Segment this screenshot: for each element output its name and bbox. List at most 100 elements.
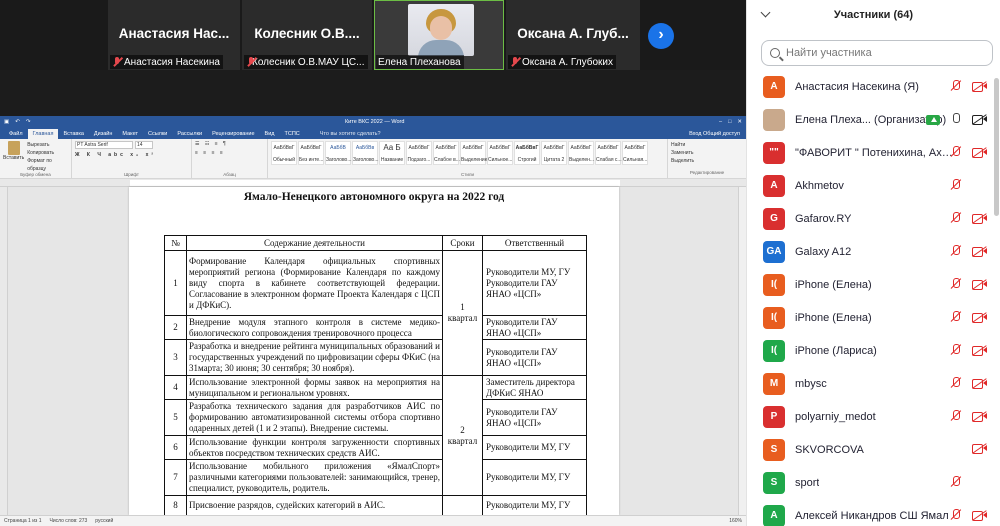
- participant-row[interactable]: GA Galaxy A12: [747, 235, 1000, 268]
- paste-button[interactable]: Вставить: [3, 141, 24, 173]
- row-responsible: Руководители МУ, ГУ: [482, 435, 587, 460]
- microphone-muted-icon: [950, 476, 962, 489]
- participant-search-input[interactable]: Найти участника: [761, 40, 993, 66]
- next-page-arrow-icon[interactable]: ›: [648, 23, 674, 49]
- row-responsible: Руководители МУ, ГУ Руководители ГАУ ЯНА…: [482, 250, 587, 316]
- tab-mailings[interactable]: Рассылки: [172, 129, 207, 139]
- close-icon[interactable]: ✕: [737, 119, 742, 125]
- tile-caption-text: Колесник О.В.МАУ ЦС...: [252, 56, 365, 68]
- replace-button[interactable]: Заменить: [671, 149, 743, 157]
- align-buttons[interactable]: ≡ ≡ ≡ ≡: [195, 150, 264, 156]
- list-buttons[interactable]: ☰ ☷ ≡ ¶: [195, 141, 264, 147]
- ruler[interactable]: [0, 179, 746, 187]
- maximize-icon[interactable]: □: [728, 119, 731, 125]
- zoom-level[interactable]: 160%: [729, 518, 742, 524]
- panel-scrollbar[interactable]: [994, 78, 999, 216]
- document-page[interactable]: Ямало-Ненецкого автономного округа на 20…: [129, 187, 619, 515]
- font-name-select[interactable]: PT Astra Serif: [75, 141, 133, 149]
- participant-row[interactable]: I(iPhone (Елена): [747, 301, 1000, 334]
- microphone-muted-icon: [950, 509, 962, 522]
- style-intense-emphasis[interactable]: АаБбВвГ Сильное...: [487, 141, 513, 165]
- tab-design[interactable]: Дизайн: [89, 129, 118, 139]
- participant-row[interactable]: S SKVORCOVA: [747, 433, 1000, 466]
- participant-row[interactable]: Ppolyarniy_medot: [747, 400, 1000, 433]
- row-num: 4: [164, 375, 187, 400]
- participant-row[interactable]: I(iPhone (Лариса): [747, 334, 1000, 367]
- select-button[interactable]: Выделить: [671, 157, 743, 165]
- participant-name: sport: [795, 476, 820, 489]
- mic-muted-icon: [510, 56, 520, 68]
- participant-row[interactable]: A Akhmetov: [747, 169, 1000, 202]
- save-icon[interactable]: ▣: [4, 119, 9, 125]
- participant-list: А Анастасия Насекина (Я) Елена Плеха... (О…: [747, 70, 1000, 526]
- participant-row[interactable]: Mmbysc: [747, 367, 1000, 400]
- term-cell: 1 квартал: [442, 250, 483, 376]
- participant-row[interactable]: "" "ФАВОРИТ " Потенихина, Ахметов, ...: [747, 136, 1000, 169]
- tab-file[interactable]: Файл: [4, 129, 28, 139]
- video-tile-1[interactable]: Анастасия Нас... Анастасия Насекина: [108, 0, 240, 70]
- panel-header: Участники (64): [747, 0, 1000, 30]
- video-tile-2[interactable]: Колесник О.В.... Колесник О.В.МАУ ЦС...: [242, 0, 372, 70]
- participant-name: Анастасия Насекина (Я): [795, 80, 919, 93]
- document-scrollbar[interactable]: [738, 187, 746, 515]
- video-off-icon: [972, 378, 987, 389]
- tell-me-search[interactable]: Что вы хотите сделать?: [315, 129, 386, 139]
- participant-status-icons: [950, 245, 987, 258]
- participant-row[interactable]: I(iPhone (Елена): [747, 268, 1000, 301]
- word-titlebar: ▣ ↶ ↷ Ките ВКС 2022 — Word – □ ✕: [0, 116, 746, 127]
- participant-row[interactable]: А Анастасия Насекина (Я): [747, 70, 1000, 103]
- group-label: Абзац: [223, 172, 236, 177]
- video-tile-4[interactable]: Оксана А. Глуб... Оксана А. Глубоких: [506, 0, 640, 70]
- header-term: Сроки: [442, 235, 483, 251]
- tab-layout[interactable]: Макет: [117, 129, 143, 139]
- microphone-muted-icon: [950, 179, 962, 192]
- undo-icon[interactable]: ↶: [15, 119, 20, 125]
- tab-tsps[interactable]: ТСПС: [280, 129, 305, 139]
- participant-row[interactable]: Ssport: [747, 466, 1000, 499]
- table-header-row: № Содержание деятельности Сроки Ответств…: [164, 235, 587, 251]
- tab-home[interactable]: Главная: [27, 129, 59, 139]
- font-format-buttons[interactable]: Ж К Ч abc x₂ x²: [75, 152, 188, 158]
- style-heading-1[interactable]: АаБбВ Заголово...: [325, 141, 352, 165]
- style-normal[interactable]: АаБбВвГ Обычный: [271, 141, 297, 165]
- window-title: Ките ВКС 2022 — Word: [344, 118, 405, 125]
- minimize-icon[interactable]: –: [719, 119, 722, 125]
- style-title[interactable]: Аа Б Название: [379, 141, 405, 165]
- style-no-spacing[interactable]: АаБбВвГ Без инте...: [298, 141, 324, 165]
- paragraph-group: ☰ ☷ ≡ ¶ ≡ ≡ ≡ ≡ Абзац: [192, 139, 268, 178]
- copy-button[interactable]: Копировать: [27, 149, 68, 157]
- video-off-icon: [972, 246, 987, 257]
- avatar: А: [763, 75, 785, 98]
- signin-share[interactable]: Вход Общий доступ: [684, 129, 746, 139]
- tab-references[interactable]: Ссылки: [143, 129, 172, 139]
- plan-table: № Содержание деятельности Сроки Ответств…: [164, 235, 587, 515]
- term-cell: 2 квартал: [442, 375, 483, 496]
- tab-insert[interactable]: Вставка: [58, 129, 88, 139]
- tile-name: Колесник О.В....: [254, 26, 360, 41]
- format-painter-button[interactable]: Формат по образцу: [27, 157, 68, 173]
- tab-view[interactable]: Вид: [260, 129, 280, 139]
- style-quote-2[interactable]: АаБбВвГ Цитата 2: [541, 141, 567, 165]
- font-size-select[interactable]: 14: [135, 141, 153, 149]
- style-subtitle[interactable]: АаБбВвГ Подзаго...: [406, 141, 432, 165]
- tab-review[interactable]: Рецензирование: [207, 129, 259, 139]
- row-responsible: Руководители МУ, ГУ: [482, 495, 587, 515]
- participant-row[interactable]: А Алексей Никандров СШ Ямал: [747, 499, 1000, 526]
- row-content: Использование функции контроля загруженн…: [186, 435, 443, 460]
- video-tile-active-speaker[interactable]: Елена Плеханова: [374, 0, 504, 70]
- style-emphasis[interactable]: АаБбВвГ Выделение: [460, 141, 488, 165]
- row-content: Использование электронной формы заявок н…: [186, 375, 443, 400]
- style-strong[interactable]: АаБбВвГ Строгий: [514, 141, 540, 165]
- row-content: Внедрение модуля этапного контроля в сис…: [186, 315, 443, 340]
- style-intense-reference[interactable]: АаБбВвГ Сильная...: [622, 141, 648, 165]
- style-subtle-emphasis[interactable]: АаБбВвГ Слабое в...: [433, 141, 460, 165]
- participant-name: Gafarov.RY: [795, 212, 852, 225]
- style-heading-2[interactable]: АаБбВв Заголово...: [352, 141, 379, 165]
- find-button[interactable]: Найти: [671, 141, 743, 149]
- style-intense-quote[interactable]: АаБбВвГ Выделен...: [568, 141, 594, 165]
- style-subtle-reference[interactable]: АаБбВвГ Слабая с...: [595, 141, 622, 165]
- redo-icon[interactable]: ↷: [26, 119, 31, 125]
- participant-row[interactable]: Елена Плеха... (Организатор): [747, 103, 1000, 136]
- participant-row[interactable]: G Gafarov.RY: [747, 202, 1000, 235]
- cut-button[interactable]: Вырезать: [27, 141, 68, 149]
